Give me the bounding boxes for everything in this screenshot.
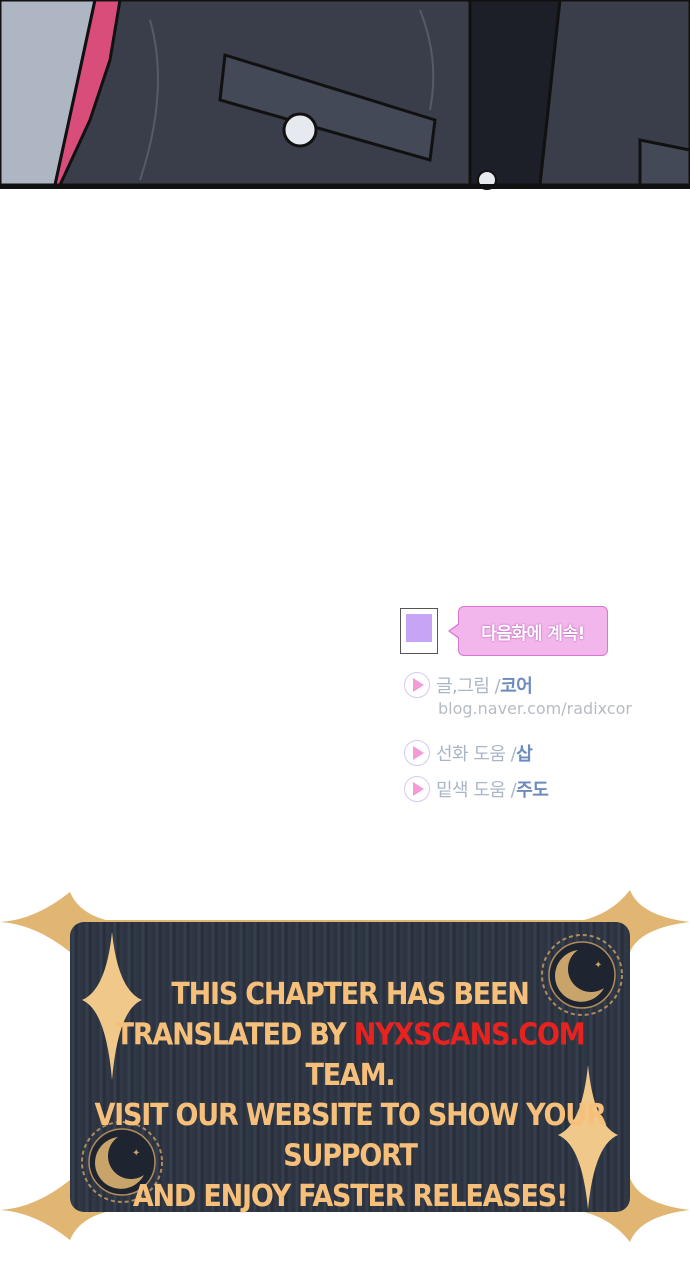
banner-message: THIS CHAPTER HAS BEEN TRANSLATED BY NYXS… xyxy=(70,975,630,1217)
blog-url: blog.naver.com/radixcor xyxy=(438,699,632,718)
jacket-illustration xyxy=(0,0,690,190)
svg-text:✦: ✦ xyxy=(594,960,602,971)
to-be-continued-bubble: 다음화에 계속! xyxy=(448,606,608,656)
author-credits: 다음화에 계속! 글,그림 / 코어 blog.naver.com/radixc… xyxy=(398,604,690,814)
credit-story-art: 글,그림 / 코어 xyxy=(404,672,533,698)
play-icon xyxy=(404,672,430,698)
color-swatch-icon xyxy=(400,608,438,654)
play-icon xyxy=(404,740,430,766)
banner-line: THIS CHAPTER HAS BEEN xyxy=(171,977,529,1012)
banner-line: VISIT OUR WEBSITE TO SHOW YOUR SUPPORT xyxy=(94,1098,606,1174)
banner-line: AND ENJOY FASTER RELEASES! xyxy=(132,1178,569,1214)
play-icon xyxy=(404,776,430,802)
banner-line: TRANSLATED BY NYXSCANS.COM TEAM. xyxy=(115,1017,586,1093)
credit-label: 밑색 도움 / xyxy=(436,780,517,801)
credit-label: 선화 도움 / xyxy=(436,744,517,765)
credit-name: 코어 xyxy=(500,676,533,697)
credit-name: 삽 xyxy=(516,744,533,765)
credit-name: 주도 xyxy=(516,780,549,801)
comic-panel-illustration xyxy=(0,0,690,190)
site-link[interactable]: NYXSCANS.COM xyxy=(354,1018,586,1053)
credit-lineart: 선화 도움 / 삽 xyxy=(404,740,533,766)
credit-flat-color: 밑색 도움 / 주도 xyxy=(404,776,549,802)
scanlation-banner: ✦ ✦ THIS CHAPTER HAS BEEN TRANSLATED BY … xyxy=(0,880,690,1250)
credit-label: 글,그림 / xyxy=(436,676,501,697)
